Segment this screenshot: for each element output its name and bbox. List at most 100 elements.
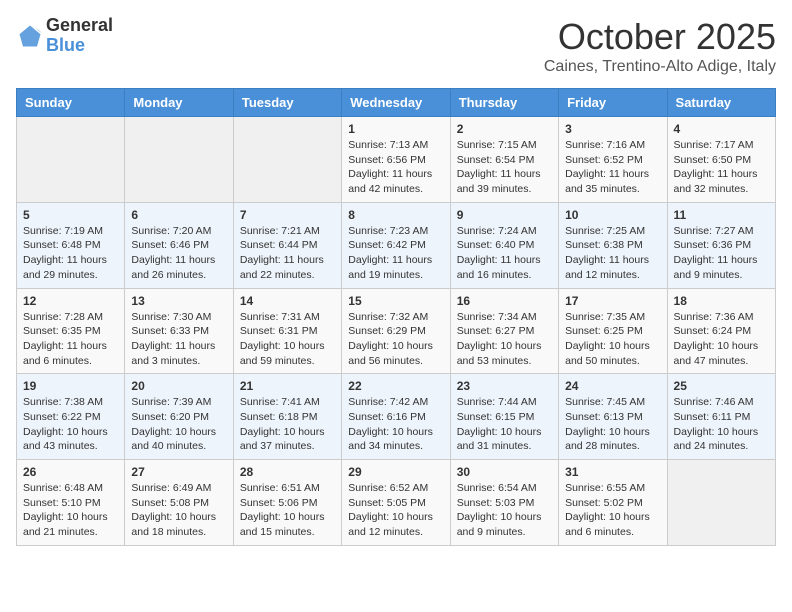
day-info: Sunrise: 6:55 AM Sunset: 5:02 PM Dayligh… [565,481,660,540]
day-number: 11 [674,208,769,222]
day-number: 31 [565,465,660,479]
day-number: 25 [674,379,769,393]
day-number: 5 [23,208,118,222]
calendar-cell: 21 Sunrise: 7:41 AM Sunset: 6:18 PM Dayli… [233,374,341,460]
calendar-cell: 20 Sunrise: 7:39 AM Sunset: 6:20 PM Dayli… [125,374,233,460]
day-number: 21 [240,379,335,393]
calendar-week-row: 19 Sunrise: 7:38 AM Sunset: 6:22 PM Dayli… [17,374,776,460]
calendar-cell: 4 Sunrise: 7:17 AM Sunset: 6:50 PM Daylig… [667,117,775,203]
calendar-cell: 30Sunrise: 6:54 AM Sunset: 5:03 PM Dayli… [450,460,558,546]
day-info: Sunrise: 7:46 AM Sunset: 6:11 PM Dayligh… [674,395,769,454]
day-info: Sunrise: 7:35 AM Sunset: 6:25 PM Dayligh… [565,310,660,369]
day-info: Sunrise: 6:52 AM Sunset: 5:05 PM Dayligh… [348,481,443,540]
calendar-cell: 15Sunrise: 7:32 AM Sunset: 6:29 PM Dayli… [342,288,450,374]
day-number: 12 [23,294,118,308]
day-number: 9 [457,208,552,222]
logo-blue: Blue [46,36,113,56]
calendar-week-row: 1 Sunrise: 7:13 AM Sunset: 6:56 PM Daylig… [17,117,776,203]
day-info: Sunrise: 7:38 AM Sunset: 6:22 PM Dayligh… [23,395,118,454]
calendar-cell: 31 Sunrise: 6:55 AM Sunset: 5:02 PM Dayli… [559,460,667,546]
day-info: Sunrise: 7:31 AM Sunset: 6:31 PM Dayligh… [240,310,335,369]
logo: General Blue [16,16,113,56]
day-number: 24 [565,379,660,393]
day-number: 27 [131,465,226,479]
page-header: General Blue October 2025 Caines, Trenti… [16,16,776,76]
column-header-sunday: Sunday [17,89,125,117]
day-number: 20 [131,379,226,393]
day-number: 4 [674,122,769,136]
calendar-header-row: SundayMondayTuesdayWednesdayThursdayFrid… [17,89,776,117]
day-number: 1 [348,122,443,136]
month-title: October 2025 [544,16,776,58]
day-info: Sunrise: 7:16 AM Sunset: 6:52 PM Dayligh… [565,138,660,197]
column-header-thursday: Thursday [450,89,558,117]
calendar-cell: 14 Sunrise: 7:31 AM Sunset: 6:31 PM Dayli… [233,288,341,374]
day-number: 7 [240,208,335,222]
calendar-cell [17,117,125,203]
day-number: 13 [131,294,226,308]
calendar-cell: 25 Sunrise: 7:46 AM Sunset: 6:11 PM Dayli… [667,374,775,460]
day-number: 19 [23,379,118,393]
calendar-cell: 23 Sunrise: 7:44 AM Sunset: 6:15 PM Dayli… [450,374,558,460]
day-number: 14 [240,294,335,308]
day-info: Sunrise: 6:51 AM Sunset: 5:06 PM Dayligh… [240,481,335,540]
day-info: Sunrise: 7:24 AM Sunset: 6:40 PM Dayligh… [457,224,552,283]
day-info: Sunrise: 7:19 AM Sunset: 6:48 PM Dayligh… [23,224,118,283]
day-info: Sunrise: 7:17 AM Sunset: 6:50 PM Dayligh… [674,138,769,197]
day-number: 28 [240,465,335,479]
calendar-week-row: 5 Sunrise: 7:19 AM Sunset: 6:48 PM Daylig… [17,202,776,288]
day-info: Sunrise: 7:34 AM Sunset: 6:27 PM Dayligh… [457,310,552,369]
calendar-cell: 8Sunrise: 7:23 AM Sunset: 6:42 PM Daylig… [342,202,450,288]
day-info: Sunrise: 7:28 AM Sunset: 6:35 PM Dayligh… [23,310,118,369]
calendar-cell [233,117,341,203]
day-number: 8 [348,208,443,222]
calendar-cell: 12 Sunrise: 7:28 AM Sunset: 6:35 PM Dayli… [17,288,125,374]
calendar-cell [667,460,775,546]
day-number: 30 [457,465,552,479]
day-number: 18 [674,294,769,308]
title-block: October 2025 Caines, Trentino-Alto Adige… [544,16,776,76]
day-info: Sunrise: 7:21 AM Sunset: 6:44 PM Dayligh… [240,224,335,283]
day-info: Sunrise: 7:42 AM Sunset: 6:16 PM Dayligh… [348,395,443,454]
day-number: 16 [457,294,552,308]
day-number: 17 [565,294,660,308]
day-info: Sunrise: 7:25 AM Sunset: 6:38 PM Dayligh… [565,224,660,283]
column-header-friday: Friday [559,89,667,117]
column-header-monday: Monday [125,89,233,117]
day-number: 15 [348,294,443,308]
day-info: Sunrise: 7:20 AM Sunset: 6:46 PM Dayligh… [131,224,226,283]
day-number: 22 [348,379,443,393]
calendar-cell: 1 Sunrise: 7:13 AM Sunset: 6:56 PM Daylig… [342,117,450,203]
day-number: 6 [131,208,226,222]
calendar-cell: 10 Sunrise: 7:25 AM Sunset: 6:38 PM Dayli… [559,202,667,288]
logo-general: General [46,16,113,36]
calendar-cell: 5 Sunrise: 7:19 AM Sunset: 6:48 PM Daylig… [17,202,125,288]
calendar-week-row: 26Sunrise: 6:48 AM Sunset: 5:10 PM Dayli… [17,460,776,546]
location-title: Caines, Trentino-Alto Adige, Italy [544,58,776,76]
day-number: 3 [565,122,660,136]
day-info: Sunrise: 7:15 AM Sunset: 6:54 PM Dayligh… [457,138,552,197]
day-info: Sunrise: 7:39 AM Sunset: 6:20 PM Dayligh… [131,395,226,454]
day-info: Sunrise: 7:27 AM Sunset: 6:36 PM Dayligh… [674,224,769,283]
calendar-cell: 18Sunrise: 7:36 AM Sunset: 6:24 PM Dayli… [667,288,775,374]
calendar-cell: 7 Sunrise: 7:21 AM Sunset: 6:44 PM Daylig… [233,202,341,288]
calendar-cell: 6 Sunrise: 7:20 AM Sunset: 6:46 PM Daylig… [125,202,233,288]
calendar-cell: 11 Sunrise: 7:27 AM Sunset: 6:36 PM Dayli… [667,202,775,288]
logo-icon [16,22,44,50]
calendar-cell: 17 Sunrise: 7:35 AM Sunset: 6:25 PM Dayli… [559,288,667,374]
day-info: Sunrise: 7:13 AM Sunset: 6:56 PM Dayligh… [348,138,443,197]
calendar-cell: 16 Sunrise: 7:34 AM Sunset: 6:27 PM Dayli… [450,288,558,374]
day-info: Sunrise: 7:30 AM Sunset: 6:33 PM Dayligh… [131,310,226,369]
calendar-cell [125,117,233,203]
day-info: Sunrise: 7:44 AM Sunset: 6:15 PM Dayligh… [457,395,552,454]
day-number: 23 [457,379,552,393]
calendar-cell: 2Sunrise: 7:15 AM Sunset: 6:54 PM Daylig… [450,117,558,203]
column-header-saturday: Saturday [667,89,775,117]
calendar-cell: 28 Sunrise: 6:51 AM Sunset: 5:06 PM Dayli… [233,460,341,546]
day-number: 29 [348,465,443,479]
calendar-cell: 22 Sunrise: 7:42 AM Sunset: 6:16 PM Dayli… [342,374,450,460]
calendar-cell: 3 Sunrise: 7:16 AM Sunset: 6:52 PM Daylig… [559,117,667,203]
day-info: Sunrise: 7:41 AM Sunset: 6:18 PM Dayligh… [240,395,335,454]
day-number: 26 [23,465,118,479]
day-number: 10 [565,208,660,222]
